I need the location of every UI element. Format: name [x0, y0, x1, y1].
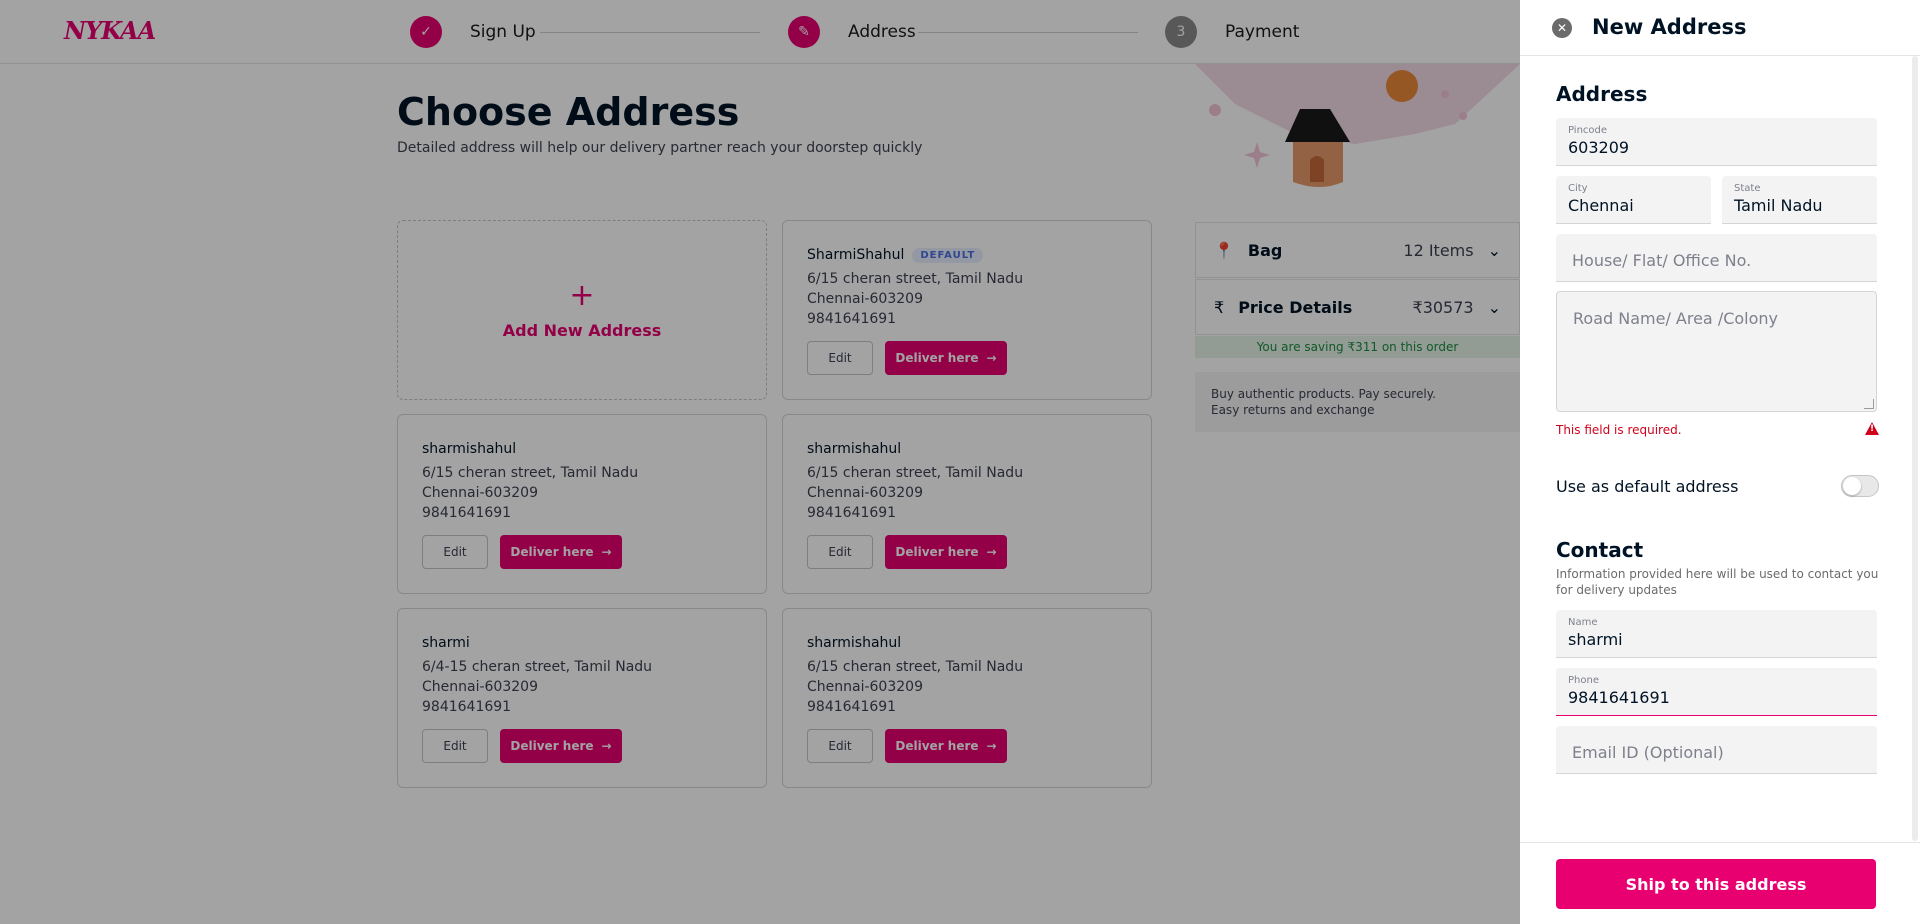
- name-label: Name: [1568, 617, 1598, 628]
- modal-overlay[interactable]: [0, 0, 1520, 924]
- toggle-knob: [1843, 477, 1861, 495]
- resize-handle[interactable]: [1864, 399, 1874, 409]
- default-address-label: Use as default address: [1556, 477, 1739, 496]
- pincode-value: 603209: [1568, 138, 1630, 157]
- road-placeholder: Road Name/ Area /Colony: [1573, 309, 1779, 328]
- house-field[interactable]: House/ Flat/ Office No.: [1556, 234, 1877, 282]
- warning-icon: !: [1865, 422, 1879, 435]
- road-area-textarea[interactable]: Road Name/ Area /Colony: [1556, 291, 1877, 412]
- default-address-toggle[interactable]: [1841, 475, 1879, 497]
- city-field[interactable]: City Chennai: [1556, 176, 1711, 224]
- state-field[interactable]: State Tamil Nadu: [1722, 176, 1877, 224]
- name-field[interactable]: Name sharmi: [1556, 610, 1877, 658]
- email-placeholder: Email ID (Optional): [1572, 743, 1724, 762]
- email-field[interactable]: Email ID (Optional): [1556, 726, 1877, 774]
- drawer-footer: Ship to this address: [1520, 842, 1920, 924]
- new-address-drawer: ✕ New Address Address Pincode 603209 Cit…: [1520, 0, 1920, 924]
- contact-section-title: Contact: [1556, 538, 1644, 562]
- phone-value: 9841641691: [1568, 688, 1670, 707]
- name-value: sharmi: [1568, 630, 1623, 649]
- field-error-message: This field is required.: [1556, 423, 1682, 437]
- pincode-label: Pincode: [1568, 125, 1608, 136]
- phone-label: Phone: [1568, 675, 1599, 686]
- address-section-title: Address: [1556, 82, 1648, 106]
- ship-to-this-address-button[interactable]: Ship to this address: [1556, 859, 1876, 909]
- phone-field[interactable]: Phone 9841641691: [1556, 668, 1877, 716]
- city-value: Chennai: [1568, 196, 1634, 215]
- house-placeholder: House/ Flat/ Office No.: [1572, 251, 1752, 270]
- state-label: State: [1734, 183, 1761, 194]
- drawer-header: ✕ New Address: [1520, 0, 1920, 56]
- state-value: Tamil Nadu: [1734, 196, 1823, 215]
- drawer-scrollbar[interactable]: [1912, 56, 1918, 841]
- drawer-title: New Address: [1592, 15, 1747, 39]
- pincode-field[interactable]: Pincode 603209: [1556, 118, 1877, 166]
- city-label: City: [1568, 183, 1588, 194]
- contact-description: Information provided here will be used t…: [1556, 567, 1879, 597]
- close-icon[interactable]: ✕: [1552, 18, 1572, 38]
